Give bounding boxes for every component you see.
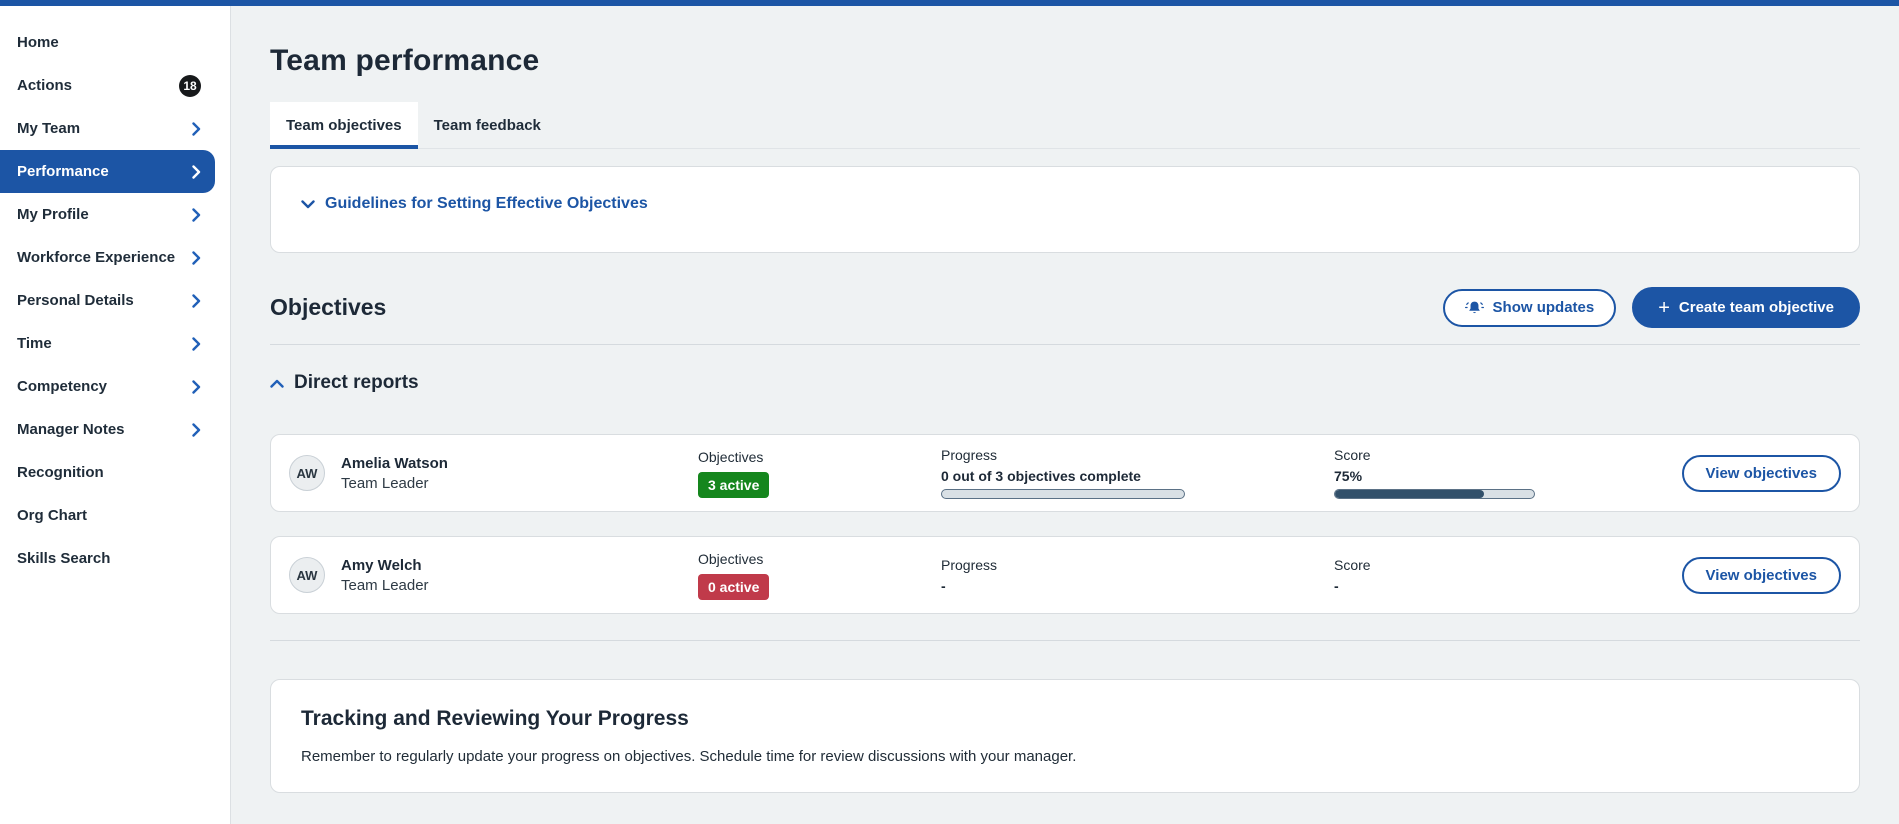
chevron-up-icon [270, 379, 284, 388]
progress-value: - [941, 578, 1334, 594]
info-card: Tracking and Reviewing Your Progress Rem… [270, 679, 1860, 793]
objectives-label: Objectives [698, 449, 941, 465]
list-divider [270, 640, 1860, 641]
plus-icon: + [1658, 298, 1670, 318]
sidebar-item-label: My Team [17, 120, 80, 137]
info-card-title: Tracking and Reviewing Your Progress [301, 707, 1829, 731]
progress-bar [941, 489, 1185, 499]
avatar: AW [289, 455, 325, 491]
progress-value: 0 out of 3 objectives complete [941, 468, 1334, 484]
guidelines-label: Guidelines for Setting Effective Objecti… [325, 195, 648, 213]
objectives-section-title: Objectives [270, 294, 386, 321]
sidebar-item[interactable]: My Profile [0, 193, 215, 236]
main-content: Team performance Team objectives Team fe… [231, 6, 1899, 824]
chevron-right-icon [192, 380, 201, 394]
sidebar-item[interactable]: Performance [0, 150, 215, 193]
report-person: AW Amy Welch Team Leader [289, 557, 698, 594]
chevron-right-icon [192, 165, 201, 179]
sidebar-item[interactable]: Skills Search [0, 537, 215, 580]
direct-reports-list: AW Amelia Watson Team Leader Objectives … [270, 434, 1860, 614]
objectives-section-header: Objectives Show updates + Create team ob… [270, 287, 1860, 328]
sidebar-item[interactable]: Recognition [0, 451, 215, 494]
sidebar-item-label: Manager Notes [17, 421, 125, 438]
tab[interactable]: Team objectives [270, 102, 418, 149]
objectives-column: Objectives 0 active [698, 551, 941, 600]
report-person-text: Amy Welch Team Leader [341, 557, 429, 594]
score-bar [1334, 489, 1535, 499]
sidebar-item[interactable]: Time [0, 322, 215, 365]
app-layout: Home Actions 18 My Team [0, 6, 1899, 824]
sidebar-item-label: Time [17, 335, 52, 352]
score-bar-fill [1335, 490, 1484, 498]
page-title: Team performance [270, 44, 1860, 78]
show-updates-label: Show updates [1493, 299, 1595, 316]
sidebar-item-label: Performance [17, 163, 109, 180]
score-value: - [1334, 578, 1682, 594]
create-team-objective-button[interactable]: + Create team objective [1632, 287, 1860, 328]
notification-count-badge: 18 [179, 75, 201, 97]
sidebar-item[interactable]: Competency [0, 365, 215, 408]
progress-column: Progress - [941, 557, 1334, 594]
sidebar-item-label: Personal Details [17, 292, 134, 309]
tab[interactable]: Team feedback [418, 102, 557, 149]
score-value: 75% [1334, 468, 1682, 484]
objectives-label: Objectives [698, 551, 941, 567]
objectives-actions: Show updates + Create team objective [1443, 287, 1860, 328]
objectives-column: Objectives 3 active [698, 449, 941, 498]
sidebar-item-label: Workforce Experience [17, 249, 175, 266]
sidebar-item-label: Org Chart [17, 507, 87, 524]
sidebar-item-label: Actions [17, 77, 72, 94]
sidebar-item-label: My Profile [17, 206, 89, 223]
sidebar-item-label: Competency [17, 378, 107, 395]
guidelines-panel: Guidelines for Setting Effective Objecti… [270, 166, 1860, 253]
avatar: AW [289, 557, 325, 593]
sidebar-item[interactable]: Personal Details [0, 279, 215, 322]
report-person: AW Amelia Watson Team Leader [289, 455, 698, 492]
view-objectives-button[interactable]: View objectives [1682, 557, 1841, 594]
chevron-right-icon [192, 122, 201, 136]
tab-bar: Team objectives Team feedback [270, 102, 1860, 149]
score-column: Score - [1334, 557, 1682, 594]
sidebar-item[interactable]: Manager Notes [0, 408, 215, 451]
report-name: Amelia Watson [341, 455, 448, 472]
direct-reports-toggle[interactable]: Direct reports [270, 372, 419, 394]
show-updates-button[interactable]: Show updates [1443, 289, 1617, 327]
chevron-down-icon [301, 200, 315, 209]
chevron-right-icon [192, 251, 201, 265]
report-person-text: Amelia Watson Team Leader [341, 455, 448, 492]
sidebar-item-label: Home [17, 34, 59, 51]
sidebar: Home Actions 18 My Team [0, 6, 231, 824]
progress-label: Progress [941, 557, 1334, 573]
sidebar-item[interactable]: Workforce Experience [0, 236, 215, 279]
progress-label: Progress [941, 447, 1334, 463]
score-label: Score [1334, 557, 1682, 573]
chevron-right-icon [192, 423, 201, 437]
progress-column: Progress 0 out of 3 objectives complete [941, 447, 1334, 499]
sidebar-item[interactable]: Org Chart [0, 494, 215, 537]
report-role: Team Leader [341, 577, 429, 594]
objectives-status-badge: 3 active [698, 472, 769, 498]
create-team-objective-label: Create team objective [1679, 299, 1834, 316]
info-card-body: Remember to regularly update your progre… [301, 748, 1829, 765]
view-objectives-button[interactable]: View objectives [1682, 455, 1841, 492]
sidebar-item[interactable]: Actions 18 [0, 64, 215, 107]
sidebar-item[interactable]: Home [0, 21, 215, 64]
sidebar-item-label: Recognition [17, 464, 104, 481]
direct-reports-label: Direct reports [294, 372, 419, 394]
chevron-right-icon [192, 208, 201, 222]
sidebar-item[interactable]: My Team [0, 107, 215, 150]
score-column: Score 75% [1334, 447, 1682, 499]
guidelines-toggle[interactable]: Guidelines for Setting Effective Objecti… [301, 195, 648, 213]
report-role: Team Leader [341, 475, 448, 492]
sidebar-item-label: Skills Search [17, 550, 110, 567]
bell-icon [1465, 300, 1484, 316]
report-card: AW Amy Welch Team Leader Objectives 0 ac… [270, 536, 1860, 614]
report-card: AW Amelia Watson Team Leader Objectives … [270, 434, 1860, 512]
chevron-right-icon [192, 337, 201, 351]
chevron-right-icon [192, 294, 201, 308]
score-label: Score [1334, 447, 1682, 463]
objectives-status-badge: 0 active [698, 574, 769, 600]
report-name: Amy Welch [341, 557, 429, 574]
